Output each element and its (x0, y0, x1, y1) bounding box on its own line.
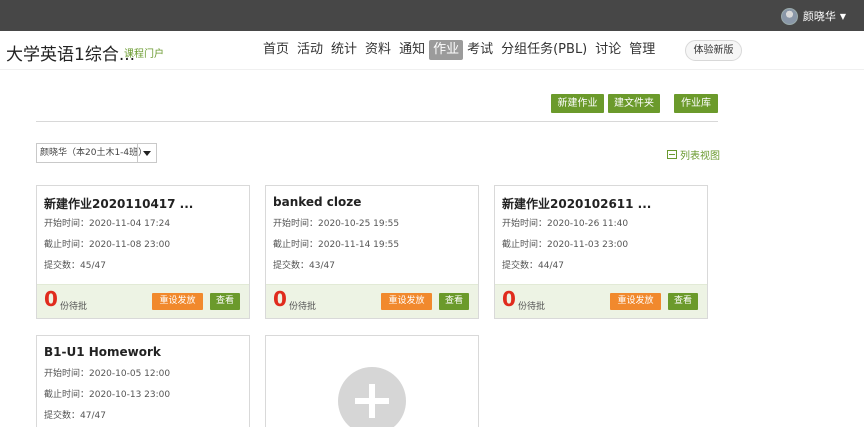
nav-manage[interactable]: 管理 (625, 40, 659, 60)
avatar[interactable] (780, 7, 798, 25)
nav-group-task[interactable]: 分组任务(PBL) (497, 40, 591, 60)
start-time: 开始时间：2020-11-04 17:24 (44, 219, 171, 229)
pending-count: 0 (273, 287, 287, 311)
homework-card[interactable]: B1-U1 Homework 开始时间：2020-10-05 12:00 截止时… (36, 335, 250, 427)
class-select[interactable]: 颜晓华（本20土木1-4班） (36, 143, 157, 163)
pending-label: 份待批 (60, 302, 88, 312)
reset-publish-button[interactable]: 重设发放 (152, 293, 203, 310)
nav-activity[interactable]: 活动 (293, 40, 327, 60)
course-portal-link[interactable]: 课程门户 (124, 45, 164, 60)
nav-notices[interactable]: 通知 (395, 40, 429, 60)
homework-card[interactable]: banked cloze 开始时间：2020-10-25 19:55 截止时间：… (265, 185, 479, 319)
submit-count: 提交数：47/47 (44, 411, 106, 421)
pending-count: 0 (44, 287, 58, 311)
divider (36, 121, 718, 122)
reset-publish-button[interactable]: 重设发放 (610, 293, 661, 310)
homework-title[interactable]: 新建作业2020110417 ... (44, 195, 193, 212)
pending-label: 份待批 (518, 302, 546, 312)
nav-exam[interactable]: 考试 (463, 40, 497, 60)
start-time: 开始时间：2020-10-26 11:40 (502, 219, 629, 229)
nav-materials[interactable]: 资料 (361, 40, 395, 60)
top-bar: 颜晓华 ▼ (0, 0, 864, 31)
end-time: 截止时间：2020-11-14 19:55 (273, 240, 400, 250)
card-footer: 0 份待批 重设发放 查看 (266, 284, 478, 318)
reset-publish-button[interactable]: 重设发放 (381, 293, 432, 310)
homework-title[interactable]: banked cloze (273, 195, 361, 209)
chevron-down-icon[interactable]: ▼ (840, 12, 846, 21)
dropdown-arrow-icon[interactable] (137, 144, 156, 162)
try-new-version-button[interactable]: 体验新版 (685, 40, 742, 61)
nav-homework[interactable]: 作业 (429, 40, 464, 60)
end-time: 截止时间：2020-11-03 23:00 (502, 240, 629, 250)
view-button[interactable]: 查看 (668, 293, 698, 310)
homework-library-button[interactable]: 作业库 (674, 94, 718, 113)
homework-title[interactable]: B1-U1 Homework (44, 345, 161, 359)
end-time: 截止时间：2020-11-08 23:00 (44, 240, 171, 250)
end-time: 截止时间：2020-10-13 23:00 (44, 390, 171, 400)
submit-count: 提交数：45/47 (44, 261, 106, 271)
course-nav: 首页 活动 统计 资料 通知 作业 考试 分组任务(PBL) 讨论 管理 (259, 39, 659, 61)
new-folder-button[interactable]: 建文件夹 (608, 94, 660, 113)
start-time: 开始时间：2020-10-05 12:00 (44, 369, 171, 379)
add-homework-card[interactable] (265, 335, 479, 427)
course-header: 大学英语1综合... 课程门户 首页 活动 统计 资料 通知 作业 考试 分组任… (0, 31, 864, 70)
class-select-value: 颜晓华（本20土木1-4班） (40, 148, 148, 158)
nav-home[interactable]: 首页 (259, 40, 293, 60)
list-view-label: 列表视图 (680, 151, 720, 162)
view-button[interactable]: 查看 (439, 293, 469, 310)
pending-label: 份待批 (289, 302, 317, 312)
user-name[interactable]: 颜晓华 (803, 8, 836, 24)
homework-title[interactable]: 新建作业2020102611 ... (502, 195, 651, 212)
card-footer: 0 份待批 重设发放 查看 (37, 284, 249, 318)
homework-card[interactable]: 新建作业2020102611 ... 开始时间：2020-10-26 11:40… (494, 185, 708, 319)
card-footer: 0 份待批 重设发放 查看 (495, 284, 707, 318)
homework-card[interactable]: 新建作业2020110417 ... 开始时间：2020-11-04 17:24… (36, 185, 250, 319)
user-menu[interactable]: 颜晓华 ▼ (780, 7, 846, 25)
submit-count: 提交数：43/47 (273, 261, 335, 271)
nav-discussion[interactable]: 讨论 (591, 40, 625, 60)
list-view-toggle[interactable]: 列表视图 (667, 147, 720, 162)
new-homework-button[interactable]: 新建作业 (551, 94, 604, 113)
start-time: 开始时间：2020-10-25 19:55 (273, 219, 400, 229)
plus-icon[interactable] (338, 367, 406, 427)
view-button[interactable]: 查看 (210, 293, 240, 310)
submit-count: 提交数：44/47 (502, 261, 564, 271)
course-title: 大学英语1综合... (6, 45, 136, 65)
list-icon (667, 150, 677, 159)
nav-statistics[interactable]: 统计 (327, 40, 361, 60)
pending-count: 0 (502, 287, 516, 311)
